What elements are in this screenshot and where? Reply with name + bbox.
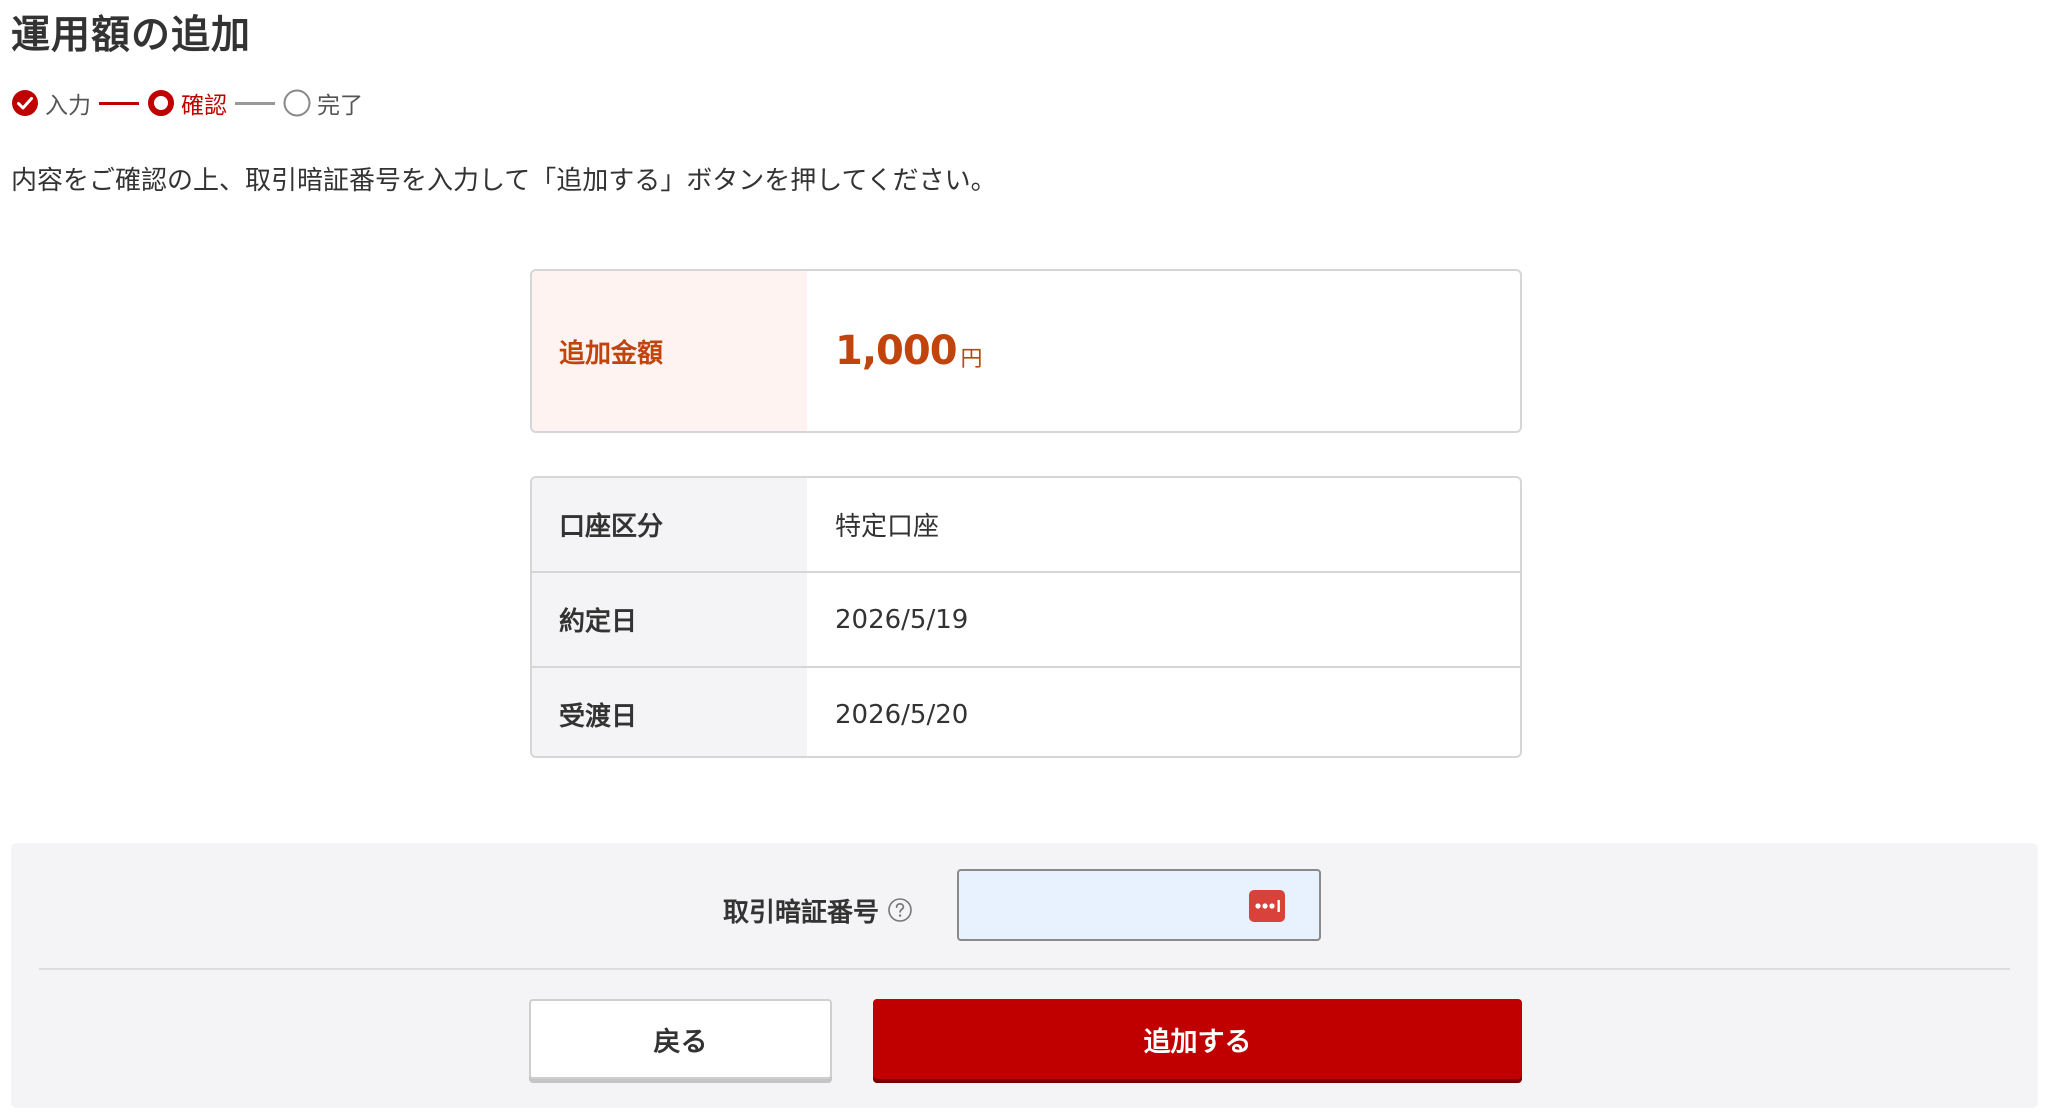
empty-circle-icon bbox=[283, 89, 311, 117]
detail-value: 2026/5/19 bbox=[835, 604, 969, 635]
detail-row-settlement-date: 受渡日 2026/5/20 bbox=[532, 668, 1520, 756]
amount-value: 1,000 bbox=[835, 328, 958, 374]
step-confirm: 確認 bbox=[147, 86, 227, 120]
add-button[interactable]: 追加する bbox=[873, 999, 1522, 1079]
page-title: 運用額の追加 bbox=[11, 13, 252, 58]
confirmation-panel: 取引暗証番号 戻る 追加する bbox=[11, 843, 2038, 1108]
amount-label: 追加金額 bbox=[532, 271, 807, 431]
step-connector bbox=[99, 101, 139, 105]
password-key-icon[interactable] bbox=[1249, 890, 1285, 922]
detail-label: 受渡日 bbox=[532, 668, 807, 756]
back-button[interactable]: 戻る bbox=[529, 999, 832, 1079]
pin-field bbox=[957, 869, 1321, 941]
detail-row-trade-date: 約定日 2026/5/19 bbox=[532, 573, 1520, 668]
step-connector bbox=[235, 101, 275, 105]
pin-label-group: 取引暗証番号 bbox=[723, 890, 913, 930]
detail-value: 特定口座 bbox=[835, 512, 940, 542]
step-label: 完了 bbox=[317, 93, 363, 119]
detail-row-account-type: 口座区分 特定口座 bbox=[532, 478, 1520, 573]
amount-value-cell: 1,000 円 bbox=[807, 271, 1520, 431]
step-label: 確認 bbox=[181, 93, 227, 119]
check-circle-icon bbox=[12, 90, 38, 116]
amount-card: 追加金額 1,000 円 bbox=[530, 269, 1522, 433]
detail-value: 2026/5/20 bbox=[835, 699, 969, 730]
step-complete: 完了 bbox=[283, 86, 363, 120]
amount-unit: 円 bbox=[960, 347, 983, 372]
divider bbox=[39, 968, 2010, 970]
detail-label: 口座区分 bbox=[532, 478, 807, 571]
instruction-text: 内容をご確認の上、取引暗証番号を入力して「追加する」ボタンを押してください。 bbox=[11, 166, 997, 196]
detail-table: 口座区分 特定口座 約定日 2026/5/19 受渡日 2026/5/20 bbox=[530, 476, 1522, 758]
question-circle-icon[interactable] bbox=[887, 897, 913, 923]
step-label: 入力 bbox=[45, 93, 91, 119]
pin-label: 取引暗証番号 bbox=[722, 897, 879, 928]
detail-label: 約定日 bbox=[532, 573, 807, 666]
progress-stepper: 入力 確認 完了 bbox=[11, 86, 363, 120]
ring-icon bbox=[148, 90, 174, 116]
step-input: 入力 bbox=[11, 86, 91, 120]
